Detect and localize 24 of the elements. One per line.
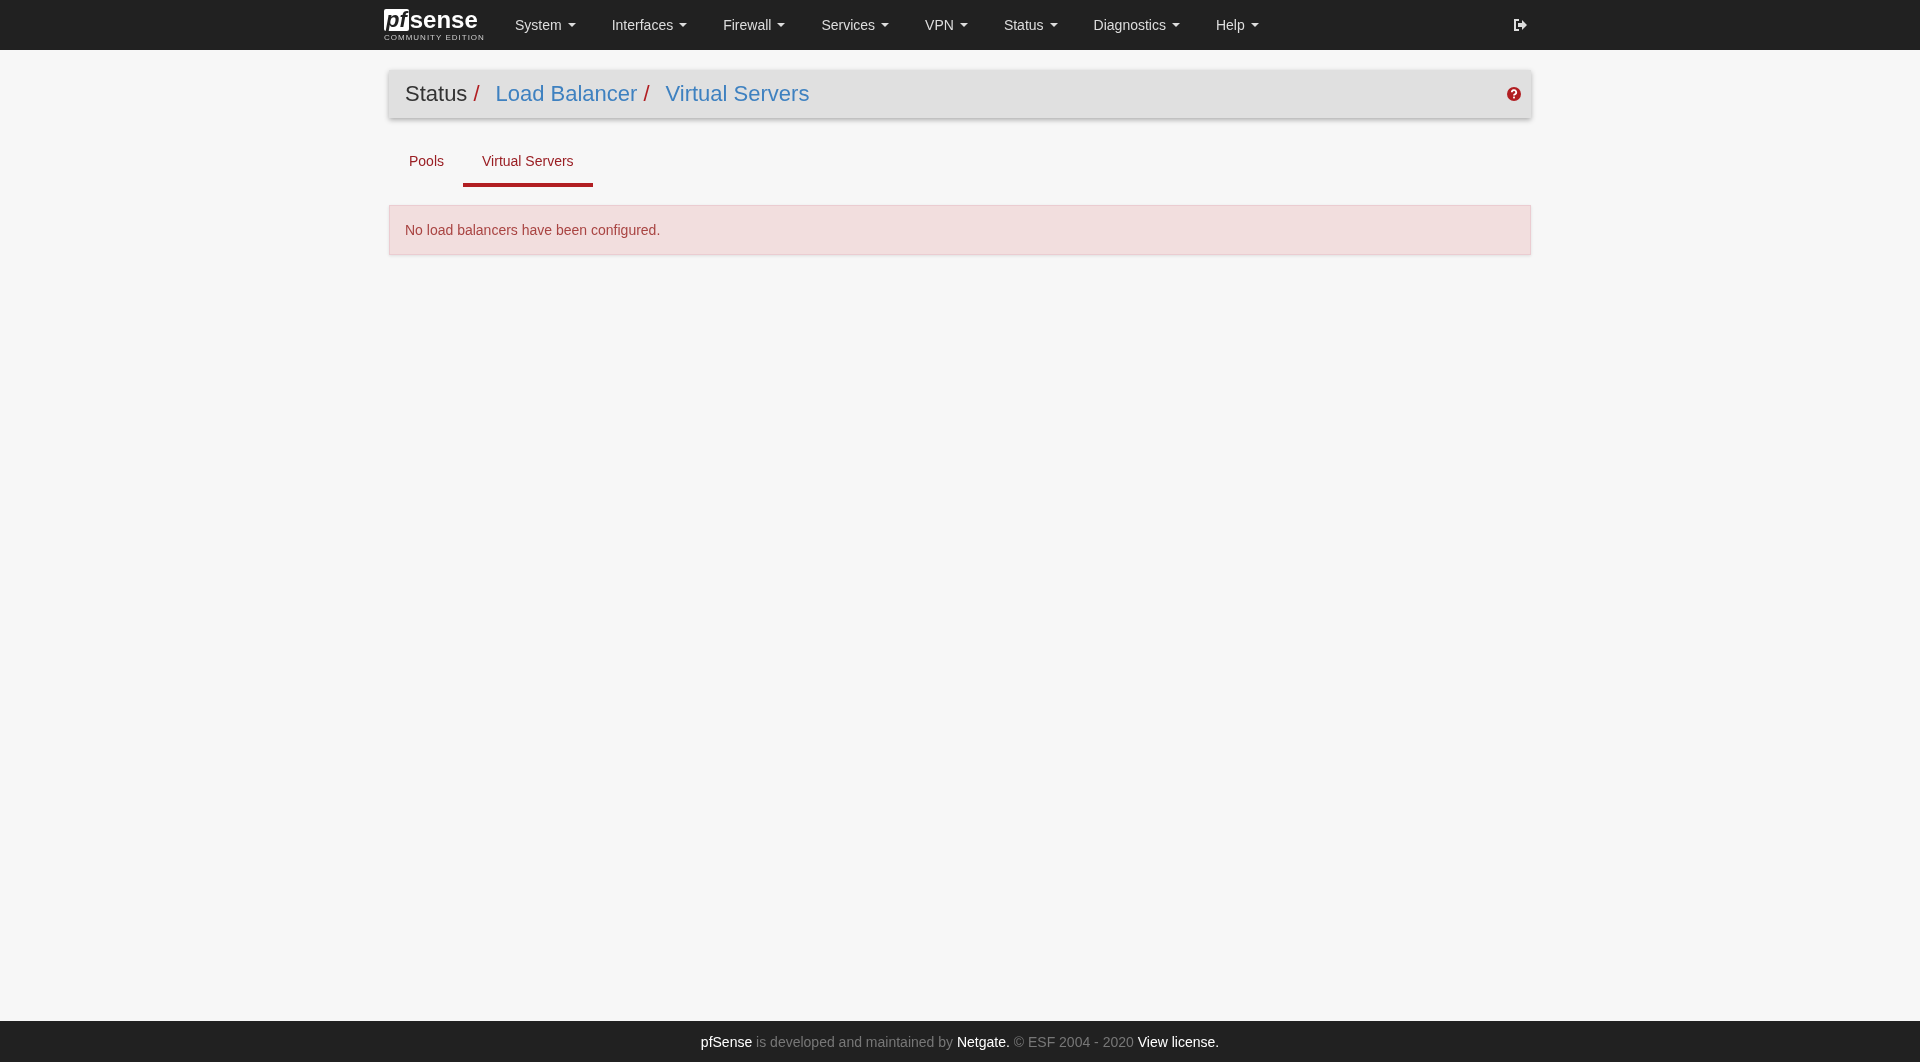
nav-menu[interactable]: VPN	[907, 17, 986, 33]
nav-menu[interactable]: Help	[1197, 17, 1277, 33]
logout-icon[interactable]	[1514, 19, 1528, 31]
breadcrumb-separator: /	[473, 81, 480, 107]
tab[interactable]: Virtual Servers	[463, 142, 593, 187]
footer-link[interactable]: View license.	[1137, 1033, 1220, 1050]
help-icon[interactable]	[1507, 87, 1521, 101]
logo-word: sense	[409, 8, 478, 32]
breadcrumb-separator: /	[643, 81, 650, 107]
nav-menu[interactable]: Status	[985, 17, 1076, 33]
footer-link[interactable]: pfSense	[700, 1033, 753, 1050]
nav-menu[interactable]: Firewall	[705, 17, 804, 33]
nav-menu[interactable]: Diagnostics	[1075, 17, 1198, 33]
tab[interactable]: Pools	[390, 142, 464, 187]
alert-message: No load balancers have been configured.	[389, 205, 1531, 255]
breadcrumb-text: Status	[405, 81, 468, 107]
nav-menu[interactable]: Services	[803, 17, 908, 33]
footer-note: © ESF 2004 - 2020	[1013, 1033, 1134, 1050]
nav-menu[interactable]: System	[497, 17, 594, 33]
nav-menu[interactable]: Interfaces	[593, 17, 706, 33]
footer-link[interactable]: Netgate.	[956, 1033, 1010, 1050]
logo-mark: pf	[384, 9, 409, 31]
logo-subtitle: COMMUNITY EDITION	[384, 33, 485, 42]
footer-note: is developed and maintained by	[756, 1033, 954, 1050]
